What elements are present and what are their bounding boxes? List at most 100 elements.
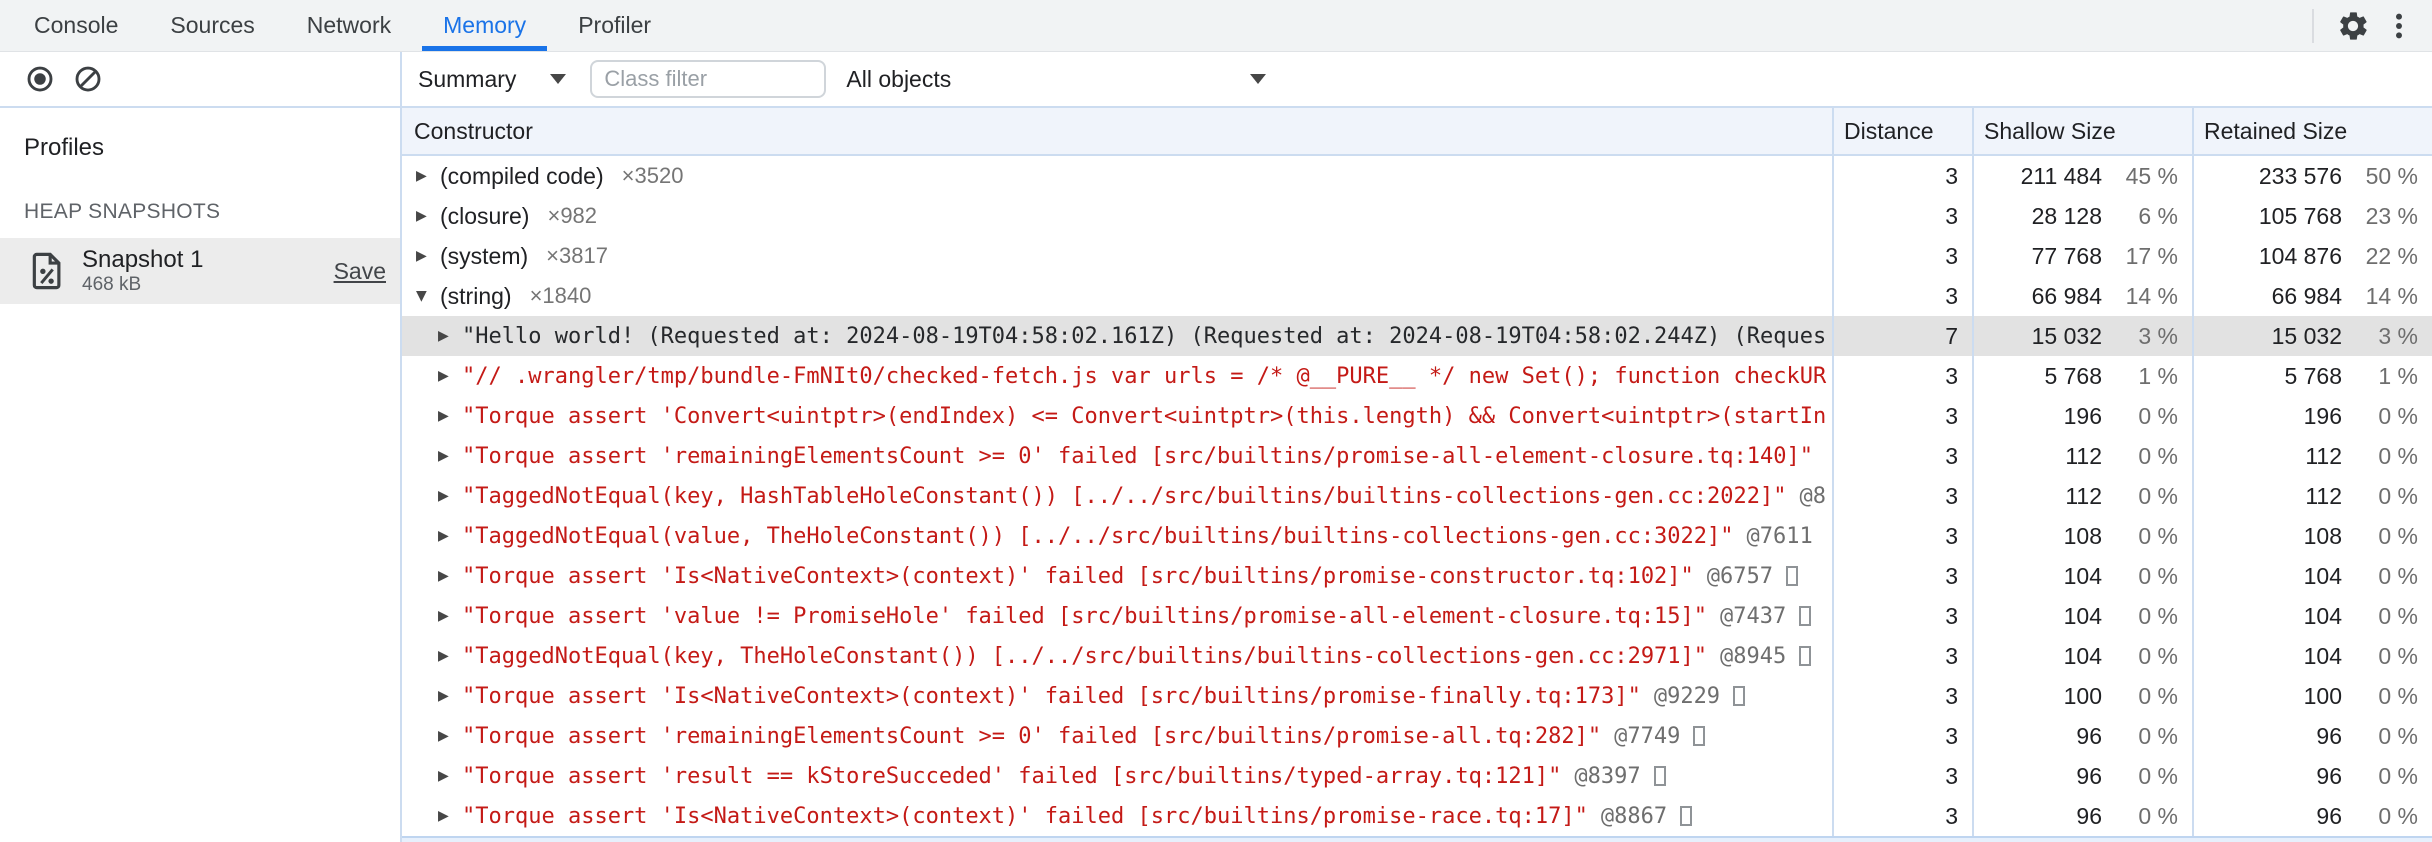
shallow-size-cell: 66 984 14 % (1972, 276, 2192, 316)
constructor-cell: ▶ "// .wrangler/tmp/bundle-FmNIt0/checked… (402, 356, 1832, 396)
shallow-size-cell: 112 0 % (1972, 476, 2192, 516)
expand-arrow-icon[interactable]: ▶ (438, 528, 462, 544)
tab-profiler-label: Profiler (578, 12, 652, 38)
table-row[interactable]: ▶ "TaggedNotEqual(key, TheHoleConstant())… (402, 636, 2432, 676)
table-row[interactable]: ▼ (string) ×1840 3 66 984 14 % 66 984 14 % (402, 276, 2432, 316)
object-id: @7611 (1746, 523, 1813, 549)
tabbar-right-controls (2296, 0, 2432, 51)
expand-arrow-icon[interactable]: ▶ (438, 368, 462, 384)
distance-cell: 3 (1832, 356, 1972, 396)
settings-button[interactable] (2330, 3, 2376, 49)
unprintable-char-box (1786, 566, 1799, 586)
expand-arrow-icon[interactable]: ▶ (416, 248, 440, 264)
save-snapshot-link[interactable]: Save (334, 258, 386, 285)
shallow-size-value: 211 484 (2020, 162, 2102, 189)
expand-arrow-icon[interactable]: ▶ (438, 768, 462, 784)
object-filter-select[interactable]: All objects (846, 66, 1267, 93)
table-row[interactable]: ▶ "Torque assert 'Is<NativeContext>(conte… (402, 796, 2432, 836)
shallow-size-percent: 0 % (2138, 522, 2178, 549)
tab-memory[interactable]: Memory (417, 0, 552, 51)
expand-arrow-icon[interactable]: ▶ (438, 328, 462, 344)
constructor-cell: ▶ "Torque assert 'result == kStoreSuccede… (402, 756, 1832, 796)
class-filter-input[interactable] (590, 60, 827, 98)
profiles-title: Profiles (24, 134, 105, 161)
distance-cell: 3 (1832, 556, 1972, 596)
column-header-retained-size[interactable]: Retained Size (2192, 108, 2432, 154)
tab-sources-label: Sources (170, 12, 255, 38)
table-row[interactable]: ▶ "Torque assert 'Convert<uintptr>(endInd… (402, 396, 2432, 436)
take-snapshot-button[interactable] (18, 57, 62, 101)
tab-console[interactable]: Console (8, 0, 144, 51)
expand-arrow-icon[interactable]: ▶ (416, 168, 440, 184)
table-row[interactable]: ▶ "Torque assert 'remainingElementsCount … (402, 716, 2432, 756)
expand-arrow-icon[interactable]: ▶ (438, 688, 462, 704)
expand-arrow-icon[interactable]: ▶ (438, 608, 462, 624)
snapshot-name: Snapshot 1 (82, 246, 204, 273)
shallow-size-value: 104 (2063, 642, 2102, 669)
distance-cell: 3 (1832, 196, 1972, 236)
constructor-cell: ▶ "TaggedNotEqual(value, TheHoleConstant(… (402, 516, 1832, 556)
column-header-distance[interactable]: Distance (1832, 108, 1972, 154)
table-row[interactable]: ▶ "Torque assert 'Is<NativeContext>(conte… (402, 676, 2432, 716)
retained-size-value: 104 (2303, 602, 2342, 629)
table-row[interactable]: ▶ "TaggedNotEqual(key, HashTableHoleConst… (402, 476, 2432, 516)
instance-count: ×3817 (546, 243, 608, 268)
expand-arrow-icon[interactable]: ▶ (438, 728, 462, 744)
expand-arrow-icon[interactable]: ▶ (438, 448, 462, 464)
retained-size-cell: 104 0 % (2192, 596, 2432, 636)
table-row[interactable]: ▶ (closure) ×982 3 28 128 6 % 105 768 23 % (402, 196, 2432, 236)
retained-size-percent: 0 % (2378, 442, 2418, 469)
table-row[interactable]: ▶ "Torque assert 'remainingElementsCount … (402, 436, 2432, 476)
collapse-arrow-icon[interactable]: ▼ (416, 288, 440, 304)
string-value-label: "Torque assert 'remainingElementsCount >… (462, 723, 1602, 749)
constructor-cell: ▶ "TaggedNotEqual(key, HashTableHoleConst… (402, 476, 1832, 516)
grid-rows: ▶ (compiled code) ×3520 3 211 484 45 % 233 576… (402, 156, 2432, 836)
profiles-list: Profiles HEAP SNAPSHOTS Snapshot 1 468 k… (0, 108, 400, 304)
table-row[interactable]: ▶ "// .wrangler/tmp/bundle-FmNIt0/checked… (402, 356, 2432, 396)
column-header-constructor[interactable]: Constructor (402, 108, 1832, 154)
table-row[interactable]: ▶ "Torque assert 'result == kStoreSuccede… (402, 756, 2432, 796)
object-id: @6757 (1706, 563, 1774, 589)
perspective-select[interactable]: Summary (418, 66, 567, 93)
object-id: @7749 (1614, 723, 1681, 749)
table-row[interactable]: ▶ (system) ×3817 3 77 768 17 % 104 876 22 % (402, 236, 2432, 276)
shallow-size-value: 66 984 (2031, 282, 2102, 309)
shallow-size-percent: 0 % (2138, 442, 2178, 469)
distance-cell: 7 (1832, 316, 1972, 356)
tab-network[interactable]: Network (281, 0, 417, 51)
expand-arrow-icon[interactable]: ▶ (438, 648, 462, 664)
shallow-size-cell: 96 0 % (1972, 796, 2192, 836)
tab-console-label: Console (34, 12, 119, 38)
retained-size-percent: 0 % (2378, 722, 2418, 749)
retained-size-cell: 196 0 % (2192, 396, 2432, 436)
clear-profiles-button[interactable] (66, 57, 110, 101)
string-value-label: "// .wrangler/tmp/bundle-FmNIt0/checked-… (462, 363, 1827, 389)
column-header-shallow-size[interactable]: Shallow Size (1972, 108, 2192, 154)
shallow-size-cell: 104 0 % (1972, 636, 2192, 676)
retained-size-percent: 3 % (2378, 322, 2418, 349)
heap-snapshot-view: Summary All objects Constructor Distance… (402, 52, 2432, 842)
table-row[interactable]: ▶ "Torque assert 'value != PromiseHole' f… (402, 596, 2432, 636)
shallow-size-cell: 5 768 1 % (1972, 356, 2192, 396)
table-row[interactable]: ▶ (compiled code) ×3520 3 211 484 45 % 233 576… (402, 156, 2432, 196)
constructor-cell: ▶ "Torque assert 'Is<NativeContext>(conte… (402, 676, 1832, 716)
expand-arrow-icon[interactable]: ▶ (438, 808, 462, 824)
sidebar-item-snapshot-1[interactable]: Snapshot 1 468 kB Save (0, 238, 400, 304)
snapshot-info: Snapshot 1 468 kB (82, 246, 203, 296)
expand-arrow-icon[interactable]: ▶ (438, 568, 462, 584)
retained-size-value: 104 (2303, 642, 2342, 669)
more-options-button[interactable] (2376, 3, 2422, 49)
grid-header: Constructor Distance Shallow Size Retain… (402, 108, 2432, 156)
retained-size-percent: 23 % (2365, 202, 2418, 229)
tab-profiler[interactable]: Profiler (552, 0, 677, 51)
table-row[interactable]: ▶ "Torque assert 'Is<NativeContext>(conte… (402, 556, 2432, 596)
expand-arrow-icon[interactable]: ▶ (416, 208, 440, 224)
table-row[interactable]: ▶ "Hello world! (Requested at: 2024-08-19… (402, 316, 2432, 356)
expand-arrow-icon[interactable]: ▶ (438, 488, 462, 504)
table-row[interactable]: ▶ "TaggedNotEqual(value, TheHoleConstant(… (402, 516, 2432, 556)
tab-sources[interactable]: Sources (144, 0, 280, 51)
distance-cell: 3 (1832, 236, 1972, 276)
expand-arrow-icon[interactable]: ▶ (438, 408, 462, 424)
shallow-size-percent: 0 % (2138, 402, 2178, 429)
shallow-size-percent: 17 % (2125, 242, 2178, 269)
